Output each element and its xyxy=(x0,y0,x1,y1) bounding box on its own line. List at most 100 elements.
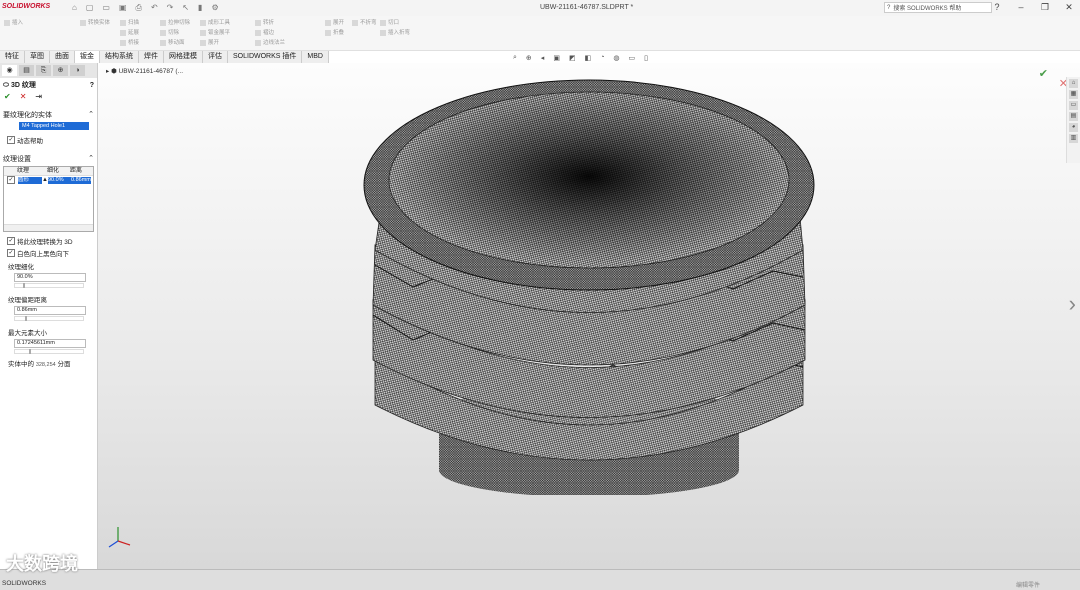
status-mode: 编辑零件 xyxy=(1015,583,1040,589)
ribbon-group-forming[interactable]: 成形工具 钣金展平 展开 xyxy=(200,18,230,48)
view-palette-icon[interactable]: ▤ xyxy=(1069,112,1078,121)
section-bodies-header[interactable]: 要纹理化的实体 ⌃ xyxy=(0,108,97,120)
restore-icon[interactable]: ❐ xyxy=(1040,2,1050,13)
tab-sketch[interactable]: 草图 xyxy=(25,51,50,63)
design-library-icon[interactable]: ▦ xyxy=(1069,90,1078,99)
tab-mbd[interactable]: MBD xyxy=(302,51,329,63)
feature-tree-tab-icon[interactable]: ◉ xyxy=(2,65,17,76)
tab-structure-system[interactable]: 结构系统 xyxy=(100,51,139,63)
section-view-icon[interactable]: ▣ xyxy=(553,54,560,62)
flatten-icon xyxy=(200,29,206,36)
undo-icon[interactable]: ↶ xyxy=(151,3,158,13)
solidworks-logo[interactable]: SOLIDWORKS xyxy=(2,3,50,10)
tab-features[interactable]: 特征 xyxy=(0,51,25,63)
help-search-input[interactable]: ? 搜索 SOLIDWORKS 帮助 xyxy=(884,2,992,13)
custom-properties-icon[interactable]: ▥ xyxy=(1069,134,1078,143)
ribbon-group-insert[interactable]: 插入 xyxy=(4,18,23,28)
redo-icon[interactable]: ↷ xyxy=(167,3,174,13)
ribbon-group-unfold[interactable]: 展开 折叠 xyxy=(325,18,344,38)
ribbon-group-sweep[interactable]: 扫描 延展 桥接 xyxy=(120,18,139,48)
graphics-area[interactable]: ▸ ⬢ UBW-21161-46787 (... ⌕ ⊕ ◂ ▣ ◩ ◧ ◔ ◍… xyxy=(98,54,1080,569)
convert-to-3d-checkbox[interactable]: ✓ 将此纹理转换为 3D xyxy=(0,235,97,247)
refinement-slider[interactable] xyxy=(14,283,84,288)
edit-appearance-icon[interactable]: ◍ xyxy=(613,54,619,62)
tab-mesh-modeling[interactable]: 网格建模 xyxy=(164,51,203,63)
checkbox-checked-icon: ✓ xyxy=(7,249,15,257)
file-explorer-icon[interactable]: ▭ xyxy=(1069,101,1078,110)
ribbon-group-rip[interactable]: 切口 插入折弯 xyxy=(380,18,410,38)
save-icon[interactable]: ▣ xyxy=(119,3,127,13)
expand-pane-chevron-icon[interactable]: › xyxy=(1069,291,1076,317)
quick-access-toolbar: ⌂ ▢ ▭ ▣ ⎙ ↶ ↷ ↖ ▮ ⚙ xyxy=(72,3,219,13)
zoom-area-icon[interactable]: ⊕ xyxy=(526,54,532,62)
display-style-icon[interactable]: ◧ xyxy=(585,54,592,62)
fold-icon xyxy=(325,29,331,36)
confirm-ok-icon[interactable]: ✔ xyxy=(1039,67,1048,80)
move-face-icon xyxy=(160,39,166,46)
table-header: 纹理 细化 距离 xyxy=(4,167,93,176)
collapse-chevron-icon: ⌃ xyxy=(88,111,94,118)
help-icon[interactable]: ? xyxy=(992,2,1002,13)
no-bend-icon xyxy=(352,19,358,26)
selected-body-field[interactable]: M4 Tapped Hole1 xyxy=(19,122,89,130)
ribbon-group-jog[interactable]: 转折 褶边 边线法兰 xyxy=(255,18,285,48)
cancel-x-icon[interactable]: ✕ xyxy=(20,92,27,102)
dynamic-help-checkbox[interactable]: ✓ 动态帮助 xyxy=(0,134,97,146)
display-manager-tab-icon[interactable]: ◑ xyxy=(70,65,85,76)
row-checkbox[interactable]: ✓ xyxy=(7,176,15,184)
print-icon[interactable]: ⎙ xyxy=(136,3,142,13)
hide-show-icon[interactable]: ◔ xyxy=(600,54,604,62)
max-element-slider[interactable] xyxy=(14,349,84,354)
minimize-icon[interactable]: – xyxy=(1016,2,1026,13)
tab-evaluate[interactable]: 评估 xyxy=(203,51,228,63)
ribbon-group-no-bend[interactable]: 不折弯 xyxy=(352,18,377,28)
apply-scene-icon[interactable]: ▭ xyxy=(629,54,636,62)
help-icon[interactable]: ? xyxy=(90,82,94,89)
ribbon-group-cut[interactable]: 拉伸切除 切除 移动面 xyxy=(160,18,190,48)
open-icon[interactable]: ▭ xyxy=(102,3,110,13)
ok-check-icon[interactable]: ✔ xyxy=(4,92,11,102)
offset-input[interactable]: 0.86mm xyxy=(14,306,86,315)
refinement-input[interactable]: 90.0% xyxy=(14,273,86,282)
section-texture-header[interactable]: 纹理设置 ⌃ xyxy=(0,152,97,164)
convert-icon xyxy=(80,19,86,26)
view-settings-icon[interactable]: ▯ xyxy=(644,54,648,62)
help-search-icon: ? xyxy=(887,4,891,11)
tab-weldments[interactable]: 焊件 xyxy=(139,51,164,63)
tab-addins[interactable]: SOLIDWORKS 插件 xyxy=(228,51,303,63)
expand-arrow-icon[interactable]: ▸ xyxy=(106,68,109,75)
max-element-input[interactable]: 0.17245611mm xyxy=(14,339,86,348)
ribbon-group-convert[interactable]: 转换实体 xyxy=(80,18,110,28)
bridge-icon xyxy=(120,39,126,46)
select-icon[interactable]: ↖ xyxy=(182,3,189,13)
dimxpert-tab-icon[interactable]: ⊕ xyxy=(53,65,68,76)
rip-icon xyxy=(380,19,386,26)
property-manager-tab-icon[interactable]: ▤ xyxy=(19,65,34,76)
appearances-icon[interactable]: ◕ xyxy=(1069,123,1078,132)
previous-view-icon[interactable]: ◂ xyxy=(541,54,545,62)
unfold-icon xyxy=(325,19,331,26)
new-file-icon[interactable]: ▢ xyxy=(86,3,94,13)
zoom-to-fit-icon[interactable]: ⌕ xyxy=(513,54,517,62)
options-gear-icon[interactable]: ⚙ xyxy=(211,3,218,13)
close-icon[interactable]: ✕ xyxy=(1064,2,1074,13)
feature-title: 3D 纹理 xyxy=(10,82,36,89)
feature-tree-flyout[interactable]: ▸ ⬢ UBW-21161-46787 (... xyxy=(106,67,183,75)
tab-sheet-metal[interactable]: 钣金 xyxy=(75,51,100,63)
solidworks-resources-icon[interactable]: ⌂ xyxy=(1069,79,1078,88)
rebuild-icon[interactable]: ▮ xyxy=(198,3,202,13)
configuration-tab-icon[interactable]: ⎘ xyxy=(36,65,51,76)
table-horizontal-scrollbar[interactable] xyxy=(4,224,93,231)
part-icon: ⬢ xyxy=(111,68,117,75)
textured-part-model[interactable] xyxy=(353,75,833,495)
white-up-black-down-checkbox[interactable]: ✓ 白色向上黑色向下 xyxy=(0,247,97,259)
view-orientation-icon[interactable]: ◩ xyxy=(569,54,576,62)
extend-icon xyxy=(120,29,126,36)
offset-slider[interactable] xyxy=(14,316,84,321)
texture-table[interactable]: 纹理 细化 距离 ✓ 圆形 ▲ 90.0% 0.86mm xyxy=(3,166,94,232)
pushpin-icon[interactable]: ⇥ xyxy=(35,92,42,102)
tab-surfaces[interactable]: 曲面 xyxy=(50,51,75,63)
table-row[interactable]: ✓ 圆形 ▲ 90.0% 0.86mm xyxy=(4,176,93,184)
home-icon[interactable]: ⌂ xyxy=(72,3,77,13)
sweep-icon xyxy=(120,19,126,26)
